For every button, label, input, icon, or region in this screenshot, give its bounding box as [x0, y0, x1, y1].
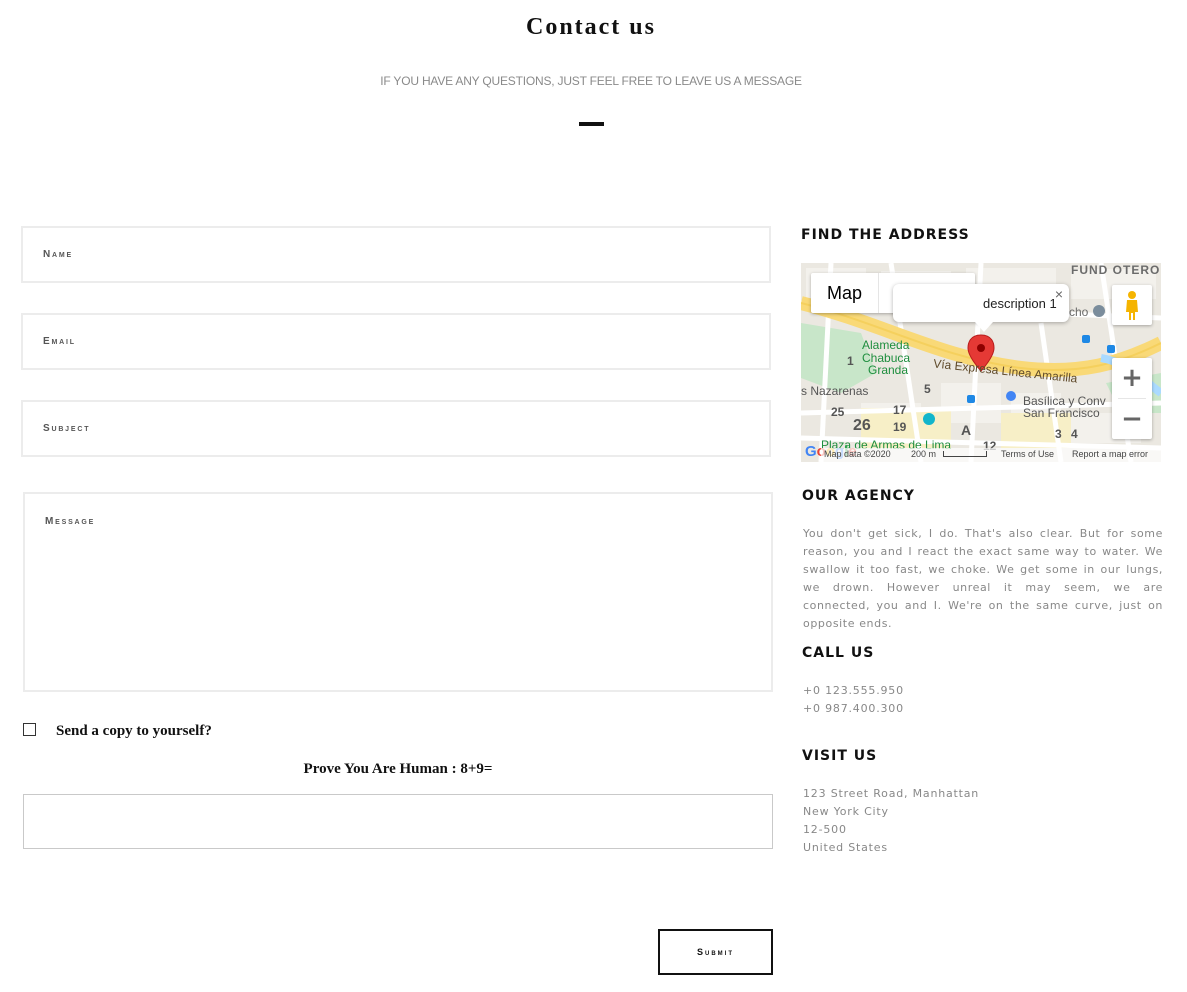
message-placeholder: Message — [45, 516, 96, 527]
map-label-25: 25 — [831, 405, 845, 419]
page-title: Contact us — [525, 14, 656, 40]
map-label-1: 1 — [847, 354, 854, 368]
map-label-cho: cho — [1069, 305, 1089, 319]
pegman-icon[interactable] — [1112, 285, 1152, 325]
address-line: New York City — [803, 805, 889, 818]
title-divider — [579, 122, 604, 126]
map-scale-bar — [943, 451, 987, 457]
name-placeholder: Name — [43, 249, 73, 260]
subject-field[interactable]: Subject — [21, 400, 771, 457]
page-subtitle: IF YOU HAVE ANY QUESTIONS, JUST FEEL FRE… — [380, 74, 802, 88]
map-label-sanfrancisco: San Francisco — [1023, 406, 1100, 420]
captcha-label: Prove You Are Human : 8+9= — [303, 761, 493, 777]
map-label-19: 19 — [893, 420, 907, 434]
map-info-text: description 1 — [983, 296, 1057, 311]
find-address-heading: FIND THE ADDRESS — [801, 227, 970, 243]
map-footer: Map data ©2020 200 m Terms of Use Report… — [801, 448, 1161, 462]
call-lines: +0 123.555.950 +0 987.400.300 — [803, 682, 904, 718]
visit-heading: VISIT US — [802, 748, 878, 764]
map-label-nazarenas: s Nazarenas — [801, 384, 869, 398]
zoom-in-button[interactable]: + — [1112, 358, 1152, 398]
map-label-3: 3 — [1055, 427, 1062, 441]
captcha-input[interactable] — [23, 794, 773, 849]
agency-text: You don't get sick, I do. That's also cl… — [803, 527, 1163, 630]
send-copy-label: Send a copy to yourself? — [56, 723, 212, 739]
map-label-4: 4 — [1071, 427, 1078, 441]
zoom-out-button[interactable]: − — [1112, 399, 1152, 439]
map-label-5: 5 — [924, 382, 931, 396]
subject-placeholder: Subject — [43, 423, 91, 434]
map-type-map-button[interactable]: Map — [811, 273, 878, 313]
map-widget[interactable]: FUND OTERO cho Alameda Chabuca Granda 1 … — [801, 263, 1161, 462]
address-line: United States — [803, 841, 888, 854]
zoom-control: + − — [1112, 358, 1152, 439]
send-copy-checkbox[interactable] — [23, 723, 36, 736]
map-label-granda: Granda — [868, 363, 909, 377]
map-terms-link[interactable]: Terms of Use — [1001, 449, 1054, 459]
address-line: 123 Street Road, Manhattan — [803, 787, 980, 800]
address-line: 12-500 — [803, 823, 847, 836]
map-data-credit: Map data ©2020 — [824, 449, 891, 459]
map-report-link[interactable]: Report a map error — [1072, 449, 1148, 459]
close-icon[interactable]: × — [1055, 286, 1063, 302]
map-label-fund: FUND OTERO — [1071, 263, 1161, 277]
name-field[interactable]: Name — [21, 226, 771, 283]
map-info-window: description 1 × — [893, 284, 1069, 332]
map-label-a: A — [961, 422, 972, 438]
submit-button[interactable]: Submit — [658, 929, 773, 975]
map-label-alameda: Alameda — [862, 338, 910, 352]
map-label-17: 17 — [893, 403, 907, 417]
email-placeholder: Email — [43, 336, 76, 347]
agency-heading: OUR AGENCY — [802, 488, 915, 504]
phone-number: +0 987.400.300 — [803, 702, 904, 715]
message-field[interactable]: Message — [23, 492, 773, 692]
map-scale-label[interactable]: 200 m — [911, 449, 936, 459]
map-label-26: 26 — [853, 417, 871, 434]
info-window-tail — [975, 322, 993, 332]
address-lines: 123 Street Road, Manhattan New York City… — [803, 785, 979, 857]
email-field[interactable]: Email — [21, 313, 771, 370]
call-heading: CALL US — [802, 645, 875, 661]
phone-number: +0 123.555.950 — [803, 684, 904, 697]
